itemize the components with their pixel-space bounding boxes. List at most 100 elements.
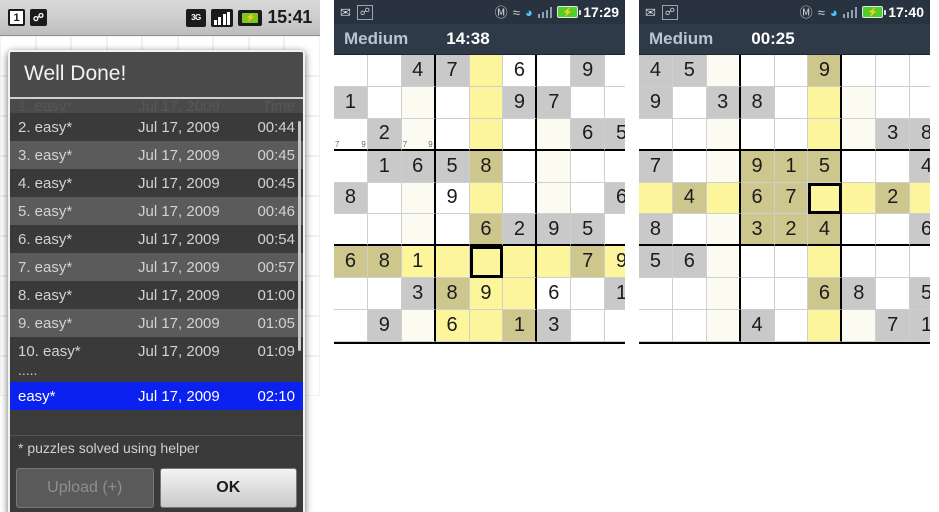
sudoku-cell-r7c8[interactable] — [876, 246, 911, 279]
sudoku-cell-r6c4[interactable]: 3 — [740, 214, 775, 247]
sudoku-cell-r8c4[interactable]: 8 — [435, 278, 470, 311]
sudoku-cell-r3c7[interactable] — [537, 118, 572, 151]
sudoku-cell-r9c2[interactable]: 9 — [367, 310, 402, 342]
sudoku-cell-r2c8[interactable] — [876, 86, 911, 119]
sudoku-cell-r7c4[interactable] — [740, 246, 775, 279]
sudoku-cell-r5c1[interactable] — [639, 182, 673, 215]
sudoku-cell-r4c2[interactable]: 1 — [367, 150, 402, 183]
sudoku-cell-r6c9[interactable]: 6 — [910, 214, 930, 247]
sudoku-cell-r7c3[interactable]: 1 — [401, 246, 436, 279]
sudoku-cell-r8c3[interactable] — [706, 278, 741, 311]
sudoku-cell-r9c9[interactable]: 1 — [910, 310, 930, 342]
sudoku-cell-r5c5[interactable]: 7 — [774, 182, 809, 215]
sudoku-cell-r4c4[interactable]: 5 — [435, 150, 470, 183]
sudoku-cell-r6c5[interactable]: 2 — [774, 214, 809, 247]
sudoku-cell-r2c6[interactable]: 9 — [503, 86, 538, 119]
sudoku-cell-r8c9[interactable]: 1 — [605, 278, 625, 311]
sudoku-cell-r6c7[interactable] — [842, 214, 877, 247]
list-item-clipped[interactable]: 1. easy* Jul 17, 2009 Time — [10, 99, 303, 113]
sudoku-cell-r3c5[interactable] — [774, 118, 809, 151]
sudoku-cell-r8c1[interactable] — [639, 278, 673, 311]
sudoku-cell-r1c9[interactable] — [605, 55, 625, 87]
sudoku-cell-r9c5[interactable] — [469, 310, 504, 342]
sudoku-cell-r8c8[interactable] — [876, 278, 911, 311]
sudoku-cell-r7c9[interactable] — [910, 246, 930, 279]
sudoku-cell-r8c5[interactable] — [774, 278, 809, 311]
sudoku-cell-r1c6[interactable]: 9 — [808, 55, 843, 87]
sudoku-cell-r9c7[interactable] — [842, 310, 877, 342]
sudoku-cell-r6c6[interactable]: 4 — [808, 214, 843, 247]
scrollbar[interactable] — [298, 121, 301, 351]
sudoku-cell-r1c1[interactable] — [334, 55, 368, 87]
sudoku-cell-r3c1[interactable] — [639, 118, 673, 151]
sudoku-cell-r2c3[interactable]: 3 — [706, 86, 741, 119]
sudoku-cell-r8c6[interactable]: 6 — [808, 278, 843, 311]
sudoku-cell-r4c3[interactable]: 6 — [401, 150, 436, 183]
sudoku-cell-r9c3[interactable] — [706, 310, 741, 342]
sudoku-cell-r2c9[interactable] — [910, 86, 930, 119]
sudoku-cell-r7c7[interactable] — [537, 246, 572, 279]
table-row[interactable]: 5. easy* Jul 17, 2009 00:46 — [10, 197, 303, 225]
sudoku-cell-r6c6[interactable]: 2 — [503, 214, 538, 247]
sudoku-cell-r6c8[interactable] — [876, 214, 911, 247]
table-row[interactable]: 4. easy* Jul 17, 2009 00:45 — [10, 169, 303, 197]
sudoku-cell-r1c7[interactable] — [842, 55, 877, 87]
sudoku-cell-r4c6[interactable] — [503, 150, 538, 183]
sudoku-cell-r7c8[interactable]: 7 — [571, 246, 606, 279]
sudoku-cell-r7c5[interactable] — [469, 246, 504, 279]
sudoku-cell-r2c9[interactable] — [605, 86, 625, 119]
sudoku-cell-r5c5[interactable] — [469, 182, 504, 215]
sudoku-cell-r5c9[interactable] — [910, 182, 930, 215]
sudoku-cell-r3c1[interactable]: 79 — [334, 118, 368, 151]
sudoku-cell-r3c3[interactable]: 79 — [401, 118, 436, 151]
sudoku-cell-r5c2[interactable]: 4 — [672, 182, 707, 215]
sudoku-cell-r4c9[interactable]: 4 — [910, 150, 930, 183]
sudoku-cell-r2c8[interactable] — [571, 86, 606, 119]
sudoku-cell-r8c6[interactable] — [503, 278, 538, 311]
sudoku-cell-r8c2[interactable] — [672, 278, 707, 311]
sudoku-cell-r5c7[interactable] — [842, 182, 877, 215]
sudoku-cell-r9c5[interactable] — [774, 310, 809, 342]
sudoku-cell-r8c3[interactable]: 3 — [401, 278, 436, 311]
sudoku-cell-r5c7[interactable] — [537, 182, 572, 215]
sudoku-cell-r9c3[interactable] — [401, 310, 436, 342]
sudoku-cell-r6c1[interactable]: 8 — [639, 214, 673, 247]
sudoku-cell-r6c7[interactable]: 9 — [537, 214, 572, 247]
sudoku-cell-r8c4[interactable] — [740, 278, 775, 311]
sudoku-cell-r2c3[interactable] — [401, 86, 436, 119]
sudoku-cell-r4c2[interactable] — [672, 150, 707, 183]
sudoku-cell-r7c5[interactable] — [774, 246, 809, 279]
sudoku-cell-r7c4[interactable] — [435, 246, 470, 279]
sudoku-cell-r6c3[interactable] — [401, 214, 436, 247]
sudoku-cell-r1c7[interactable] — [537, 55, 572, 87]
sudoku-cell-r8c7[interactable]: 8 — [842, 278, 877, 311]
table-row[interactable]: 2. easy* Jul 17, 2009 00:44 — [10, 113, 303, 141]
sudoku-cell-r3c4[interactable] — [740, 118, 775, 151]
sudoku-cell-r5c2[interactable] — [367, 182, 402, 215]
sudoku-cell-r3c8[interactable]: 6 — [571, 118, 606, 151]
sudoku-cell-r1c1[interactable]: 4 — [639, 55, 673, 87]
sudoku-cell-r7c6[interactable] — [503, 246, 538, 279]
sudoku-cell-r4c1[interactable]: 7 — [639, 150, 673, 183]
sudoku-cell-r8c2[interactable] — [367, 278, 402, 311]
sudoku-cell-r3c7[interactable] — [842, 118, 877, 151]
sudoku-cell-r8c7[interactable]: 6 — [537, 278, 572, 311]
sudoku-cell-r1c5[interactable] — [774, 55, 809, 87]
sudoku-cell-r7c9[interactable]: 9 — [605, 246, 625, 279]
sudoku-cell-r6c2[interactable] — [672, 214, 707, 247]
sudoku-cell-r9c4[interactable]: 6 — [435, 310, 470, 342]
sudoku-cell-r4c7[interactable] — [537, 150, 572, 183]
sudoku-cell-r1c4[interactable]: 7 — [435, 55, 470, 87]
sudoku-cell-r5c9[interactable]: 6 — [605, 182, 625, 215]
sudoku-cell-r7c1[interactable]: 6 — [334, 246, 368, 279]
sudoku-cell-r3c2[interactable] — [672, 118, 707, 151]
table-row[interactable]: 6. easy* Jul 17, 2009 00:54 — [10, 225, 303, 253]
sudoku-cell-r1c4[interactable] — [740, 55, 775, 87]
sudoku-cell-r1c3[interactable]: 4 — [401, 55, 436, 87]
sudoku-cell-r9c1[interactable] — [334, 310, 368, 342]
sudoku-cell-r3c8[interactable]: 3 — [876, 118, 911, 151]
table-row[interactable]: 10. easy* Jul 17, 2009 01:09 — [10, 337, 303, 365]
sudoku-cell-r1c6[interactable]: 6 — [503, 55, 538, 87]
sudoku-cell-r3c2[interactable]: 2 — [367, 118, 402, 151]
sudoku-cell-r9c9[interactable] — [605, 310, 625, 342]
